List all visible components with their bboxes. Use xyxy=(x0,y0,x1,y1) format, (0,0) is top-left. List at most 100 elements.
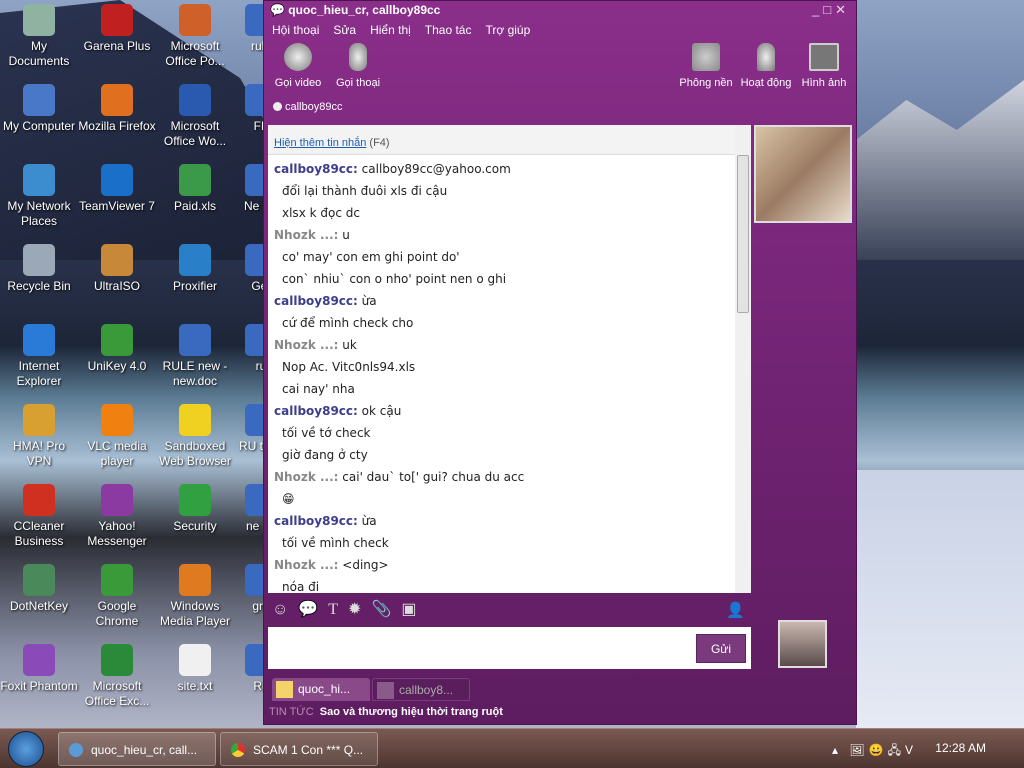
show-more-link[interactable]: Hiện thêm tin nhắn xyxy=(274,137,366,149)
photos-icon xyxy=(809,43,839,71)
tab-quoc-hieu[interactable]: quoc_hi... xyxy=(272,678,370,701)
contact-list-icon[interactable]: 👤 xyxy=(726,601,745,619)
desktop-icon-label: DotNetKey xyxy=(9,599,69,613)
message-text: ok cậu xyxy=(361,404,402,418)
voice-call-button[interactable]: Gọi thoại xyxy=(328,43,388,89)
sender-name: callboy89cc: xyxy=(274,514,358,528)
message-text: con` nhiu` con o nho' point nen o ghi xyxy=(282,272,507,286)
desktop-icon[interactable]: My Documents xyxy=(0,0,78,69)
message-line: Nhozk ...: uk xyxy=(274,334,745,356)
network-icon[interactable]: 🖧 xyxy=(888,743,905,757)
desktop-icon-label: Mozilla Firefox xyxy=(78,119,156,133)
desktop-icon[interactable]: My Computer xyxy=(0,80,78,134)
scrollbar-thumb[interactable] xyxy=(737,155,749,313)
insert-image-icon[interactable]: ▣ xyxy=(401,601,416,618)
activities-button[interactable]: Hoạt động xyxy=(736,43,796,89)
close-button[interactable]: ✕ xyxy=(835,2,850,17)
message-text: cai nay' nha xyxy=(282,382,355,396)
message-group: callboy89cc: callboy89cc@yahoo.com đổi lạ… xyxy=(268,158,751,224)
message-line: Nop Ac. Vitc0nls94.xls xyxy=(274,356,745,378)
desktop-icon-label: Microsoft Office Exc... xyxy=(84,679,150,708)
contact-avatar[interactable] xyxy=(754,125,852,223)
messenger-icon: 💬 xyxy=(270,3,289,17)
desktop-icon[interactable]: Microsoft Office Exc... xyxy=(78,640,156,709)
desktop-icon[interactable]: Recycle Bin xyxy=(0,240,78,294)
app-icon xyxy=(179,324,211,356)
desktop-icon[interactable]: CCleaner Business xyxy=(0,480,78,549)
show-hidden-icons[interactable]: ▴ xyxy=(832,743,842,757)
app-icon xyxy=(179,644,211,676)
menu-bar: Hội thoại Sửa Hiển thị Thao tác Trợ giúp xyxy=(272,23,544,37)
message-line: callboy89cc: ừa xyxy=(274,510,745,532)
menu-actions[interactable]: Thao tác xyxy=(425,23,472,37)
clock[interactable]: 12:28 AM xyxy=(935,741,986,755)
message-group: callboy89cc: ừa cứ để mình check cho xyxy=(268,290,751,334)
desktop-icon[interactable]: Google Chrome xyxy=(78,560,156,629)
taskbar-item-chrome[interactable]: SCAM 1 Con *** Q... xyxy=(220,732,378,766)
emoticon-icon[interactable]: ☺ xyxy=(272,601,288,618)
app-icon xyxy=(101,324,133,356)
desktop-icon-label: Google Chrome xyxy=(95,599,139,628)
desktop-icon[interactable]: Internet Explorer xyxy=(0,320,78,389)
text-format-icon[interactable]: T xyxy=(328,601,338,618)
desktop-icon[interactable]: Yahoo! Messenger xyxy=(78,480,156,549)
message-input[interactable]: Gửi xyxy=(268,627,751,669)
desktop-icon-label: UniKey 4.0 xyxy=(87,359,147,373)
menu-conversation[interactable]: Hội thoại xyxy=(272,23,319,37)
audible-icon[interactable]: 💬 xyxy=(298,601,318,618)
background-button[interactable]: Phông nền xyxy=(676,43,736,89)
minimize-button[interactable]: _ xyxy=(812,2,823,17)
message-group: Nhozk ...: u co' may' con em ghi point do… xyxy=(268,224,751,290)
desktop-icon[interactable]: HMA! Pro VPN xyxy=(0,400,78,469)
yahoo-tray-icon[interactable]: 😀 xyxy=(869,743,888,757)
message-line: đổi lại thành đuôi xls đi cậu xyxy=(274,180,745,202)
message-line: callboy89cc: ừa xyxy=(274,290,745,312)
desktop-icon[interactable]: UniKey 4.0 xyxy=(78,320,156,374)
desktop-icon[interactable]: DotNetKey xyxy=(0,560,78,614)
desktop-icon-label: My Documents xyxy=(8,39,70,68)
desktop-icon[interactable]: UltraISO xyxy=(78,240,156,294)
tray-app-icon[interactable]: 🖼 xyxy=(849,743,868,757)
tab-callboy[interactable]: callboy8... xyxy=(372,678,470,701)
desktop-icon-label: Garena Plus xyxy=(83,39,151,53)
video-call-button[interactable]: Gọi video xyxy=(268,43,328,89)
menu-help[interactable]: Trợ giúp xyxy=(485,23,530,37)
my-avatar[interactable] xyxy=(778,620,827,668)
messenger-icon xyxy=(69,743,83,757)
sender-name: Nhozk ...: xyxy=(274,228,339,242)
message-line: callboy89cc: callboy89cc@yahoo.com xyxy=(274,158,745,180)
menu-edit[interactable]: Sửa xyxy=(333,23,356,37)
desktop-icon[interactable]: Mozilla Firefox xyxy=(78,80,156,134)
desktop-icon[interactable]: VLC media player xyxy=(78,400,156,469)
menu-view[interactable]: Hiển thị xyxy=(370,23,411,37)
message-group: Nhozk ...: cai' dau` to[' gui? chua du a… xyxy=(268,466,751,510)
message-text: 😁 xyxy=(282,492,295,506)
app-icon xyxy=(23,644,55,676)
message-text: cứ để mình check cho xyxy=(282,316,414,330)
app-icon xyxy=(179,484,211,516)
desktop-icon-label: Internet Explorer xyxy=(16,359,62,388)
attach-icon[interactable]: 📎 xyxy=(371,601,391,618)
message-scrollbar[interactable] xyxy=(735,125,751,593)
sender-name: Nhozk ...: xyxy=(274,470,339,484)
start-button[interactable] xyxy=(8,731,44,767)
message-line: cai nay' nha xyxy=(274,378,745,400)
desktop-icon[interactable]: Garena Plus xyxy=(78,0,156,54)
contact-status[interactable]: callboy89cc xyxy=(273,101,342,113)
desktop-icon[interactable]: TeamViewer 7 xyxy=(78,160,156,214)
app-icon xyxy=(101,404,133,436)
maximize-button[interactable]: □ xyxy=(823,2,835,17)
unikey-tray-icon[interactable]: V xyxy=(905,743,917,757)
buzz-icon[interactable]: ✹ xyxy=(348,601,361,618)
desktop-icon[interactable]: Foxit Phantom xyxy=(0,640,78,694)
message-text: uk xyxy=(342,338,357,352)
desktop-icon-label: HMA! Pro VPN xyxy=(12,439,65,468)
send-button[interactable]: Gửi xyxy=(696,634,746,663)
taskbar-item-messenger[interactable]: quoc_hieu_cr, call... xyxy=(58,732,216,766)
news-ticker[interactable]: TIN TỨC Sao và thương hiệu thời trang ru… xyxy=(269,706,503,718)
message-text: nóa đi xyxy=(282,580,320,593)
message-text: Nop Ac. Vitc0nls94.xls xyxy=(282,360,416,374)
sender-name: callboy89cc: xyxy=(274,162,358,176)
photos-button[interactable]: Hình ảnh xyxy=(794,43,854,89)
desktop-icon[interactable]: My Network Places xyxy=(0,160,78,229)
